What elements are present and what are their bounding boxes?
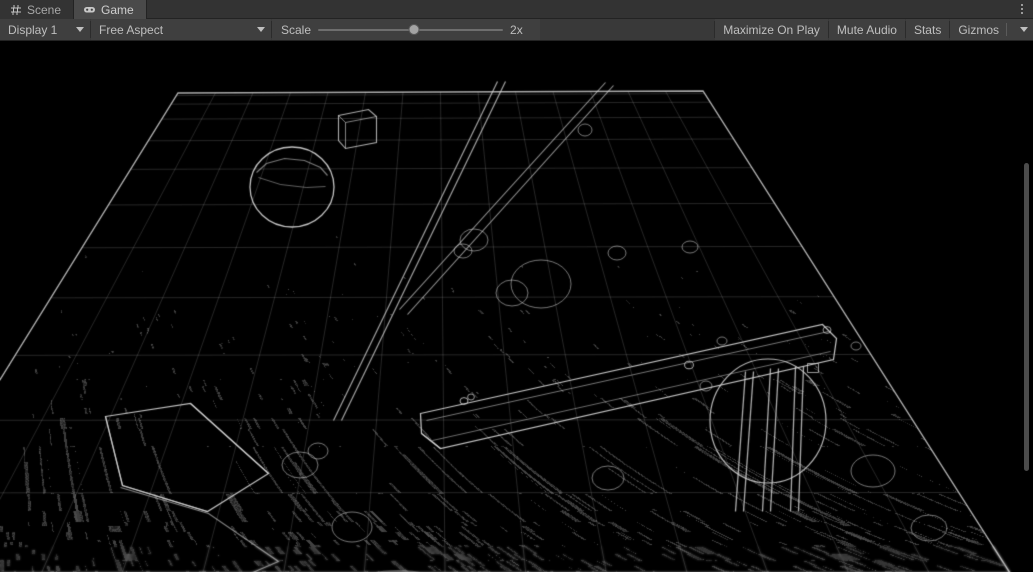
- mute-audio-label: Mute Audio: [836, 22, 897, 37]
- tab-strip: Scene Game: [0, 0, 1033, 19]
- tab-strip-filler: [146, 0, 1011, 19]
- gizmos-divider: [1006, 23, 1007, 36]
- chevron-down-icon: [257, 27, 265, 32]
- aspect-ratio-dropdown[interactable]: Free Aspect: [91, 19, 271, 40]
- chevron-down-icon: [76, 27, 84, 32]
- scale-slider-thumb[interactable]: [408, 24, 420, 35]
- game-view-render-area[interactable]: [0, 41, 1033, 572]
- scene-canvas: [0, 41, 1033, 572]
- stats-button[interactable]: Stats: [905, 19, 950, 40]
- stats-label: Stats: [913, 22, 942, 37]
- chevron-down-icon[interactable]: [1020, 27, 1028, 32]
- tab-game[interactable]: Game: [74, 0, 147, 19]
- display-dropdown-label: Display 1: [8, 22, 58, 37]
- maximize-on-play-label: Maximize On Play: [723, 22, 820, 37]
- gizmos-button[interactable]: Gizmos: [950, 19, 1033, 40]
- tab-scene[interactable]: Scene: [0, 0, 75, 19]
- gamepad-icon: [83, 3, 96, 16]
- scale-slider[interactable]: [318, 23, 504, 37]
- kebab-menu-icon[interactable]: [1011, 0, 1033, 19]
- tab-scene-label: Scene: [27, 2, 62, 17]
- vertical-scrollbar-thumb[interactable]: [1024, 163, 1029, 472]
- grid-icon: [9, 3, 22, 16]
- gizmos-label: Gizmos: [958, 22, 999, 37]
- unity-game-window: Scene Game Display 1 Free Aspect Scale 2…: [0, 0, 1033, 572]
- aspect-ratio-label: Free Aspect: [99, 22, 164, 37]
- tab-game-label: Game: [101, 2, 134, 17]
- scale-control: Scale 2x: [272, 19, 541, 40]
- toolbar-spacer: [540, 19, 715, 40]
- game-view-toolbar: Display 1 Free Aspect Scale 2x Maximize …: [0, 19, 1033, 41]
- maximize-on-play-button[interactable]: Maximize On Play: [715, 19, 828, 40]
- mute-audio-button[interactable]: Mute Audio: [828, 19, 905, 40]
- edge-detection-render: [0, 41, 1033, 572]
- vertical-scrollbar[interactable]: [1020, 41, 1033, 572]
- scale-value: 2x: [510, 22, 523, 37]
- display-dropdown[interactable]: Display 1: [0, 19, 90, 40]
- scale-label: Scale: [281, 22, 312, 37]
